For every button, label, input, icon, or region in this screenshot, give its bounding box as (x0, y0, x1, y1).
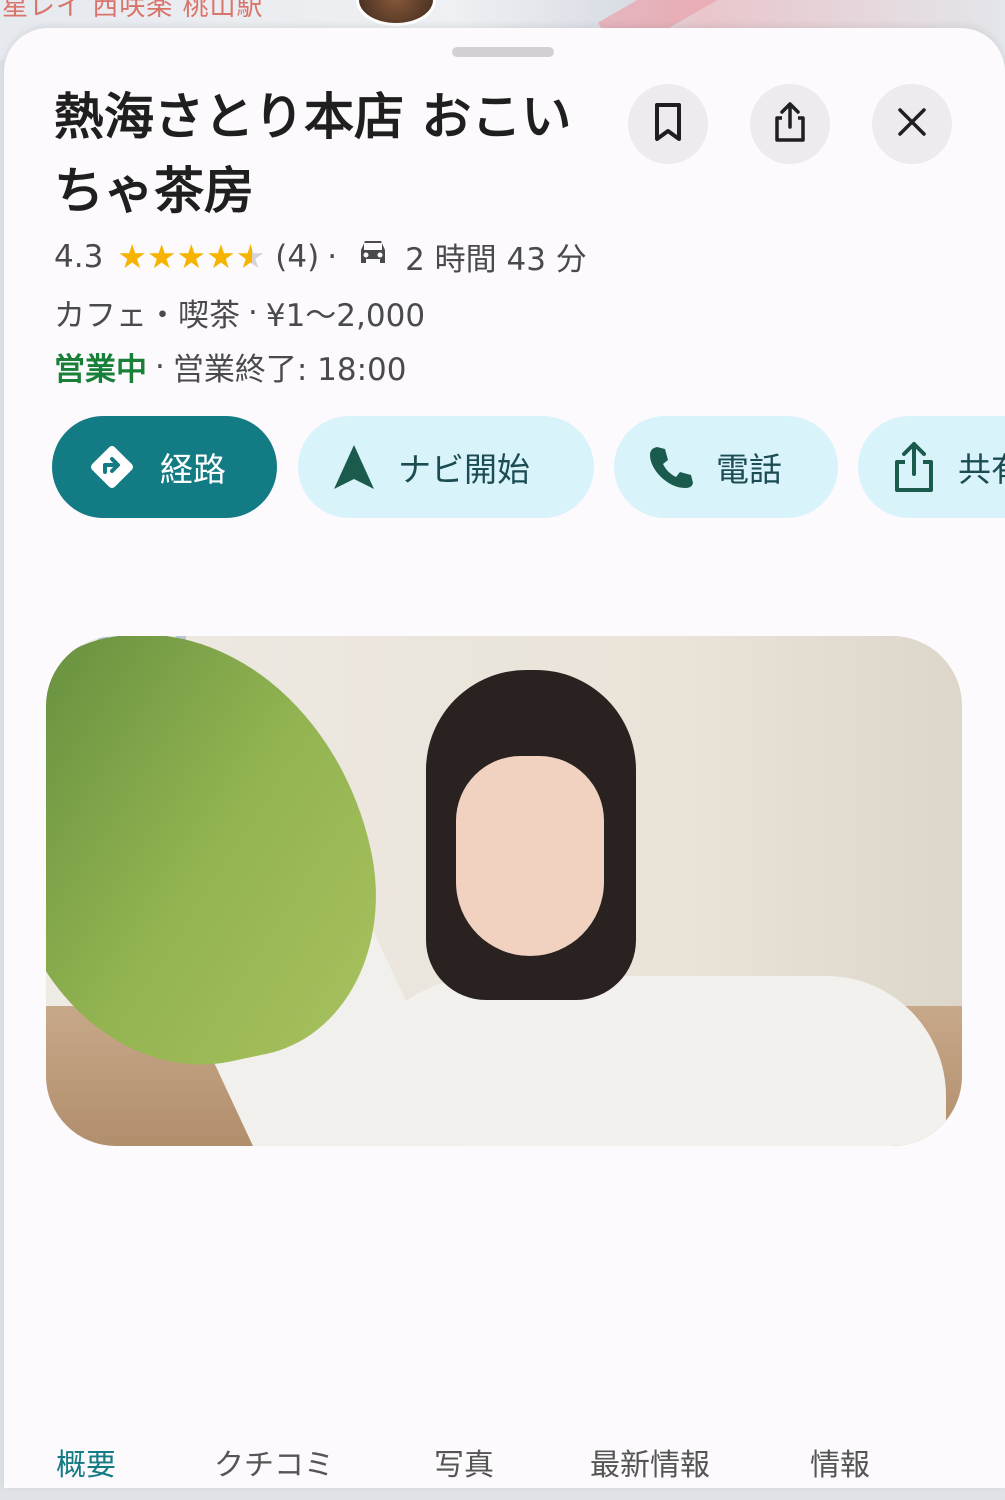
call-button[interactable]: 電話 (614, 416, 838, 518)
start-navigation-button[interactable]: ナビ開始 (298, 416, 594, 518)
start-navigation-label: ナビ開始 (398, 450, 530, 489)
half-star-icon: ★ (235, 237, 266, 276)
star-icon: ★ (117, 237, 147, 276)
navigation-arrow-icon (332, 443, 376, 491)
separator: · (327, 238, 338, 275)
separator: · (248, 294, 258, 331)
directions-button[interactable]: 経路 (52, 416, 277, 518)
star-icon: ★ (176, 237, 207, 276)
star-icon: ★ (146, 237, 177, 276)
directions-label: 経路 (160, 450, 226, 489)
close-button[interactable] (872, 84, 952, 164)
phone-icon (648, 444, 694, 490)
sheet-drag-handle[interactable] (452, 47, 554, 57)
share-button[interactable] (750, 84, 830, 164)
category-row: カフェ・喫茶 · ¥1～2,000 (54, 290, 425, 335)
call-label: 電話 (716, 450, 782, 489)
place-details-sheet: 熱海さとり本店 おこいちゃ茶房 4.3 ★ ★ ★ ★ ★ (4) · 2 時間… (4, 28, 1005, 1488)
tab-info[interactable]: 情報 (810, 1440, 870, 1484)
tab-reviews[interactable]: クチコミ (214, 1440, 334, 1484)
rating-value: 4.3 (54, 238, 104, 275)
travel-time: 2 時間 43 分 (405, 242, 587, 278)
open-status: 営業中 (54, 352, 147, 388)
tab-updates[interactable]: 最新情報 (590, 1440, 710, 1484)
place-photo[interactable] (46, 636, 962, 1146)
car-icon (355, 238, 391, 276)
price-range: ¥1～2,000 (265, 298, 426, 334)
map-street-label: 星レイ 西咲楽 桃山駅 (2, 0, 264, 22)
rating-stars: ★ ★ ★ ★ ★ (117, 240, 265, 273)
action-chips: 経路 ナビ開始 電話 共有 (52, 416, 1005, 520)
tab-overview[interactable]: 概要 (56, 1440, 116, 1484)
star-icon: ★ (206, 237, 236, 276)
tab-photos[interactable]: 写真 (434, 1440, 494, 1484)
separator: · (155, 348, 165, 385)
share-chip-label: 共有 (958, 450, 1005, 489)
category: カフェ・喫茶 (54, 298, 240, 334)
rating-row: 4.3 ★ ★ ★ ★ ★ (4) · 2 時間 43 分 (54, 234, 587, 279)
directions-icon (86, 441, 138, 493)
save-button[interactable] (628, 84, 708, 164)
bookmark-icon (650, 102, 686, 146)
place-title: 熱海さとり本店 おこいちゃ茶房 (54, 88, 572, 220)
share-icon (892, 440, 936, 494)
place-tabs: 概要 クチコミ 写真 最新情報 情報 (56, 1440, 1005, 1500)
close-icon (896, 106, 928, 142)
map-photo-pin[interactable] (356, 0, 436, 26)
review-count[interactable]: (4) (275, 239, 319, 275)
photo-person-face (456, 756, 604, 956)
share-icon (772, 101, 808, 147)
hours-row[interactable]: 営業中 · 営業終了: 18:00 (54, 344, 407, 389)
closing-time: 営業終了: 18:00 (172, 352, 407, 388)
share-chip-button[interactable]: 共有 (858, 416, 1005, 518)
